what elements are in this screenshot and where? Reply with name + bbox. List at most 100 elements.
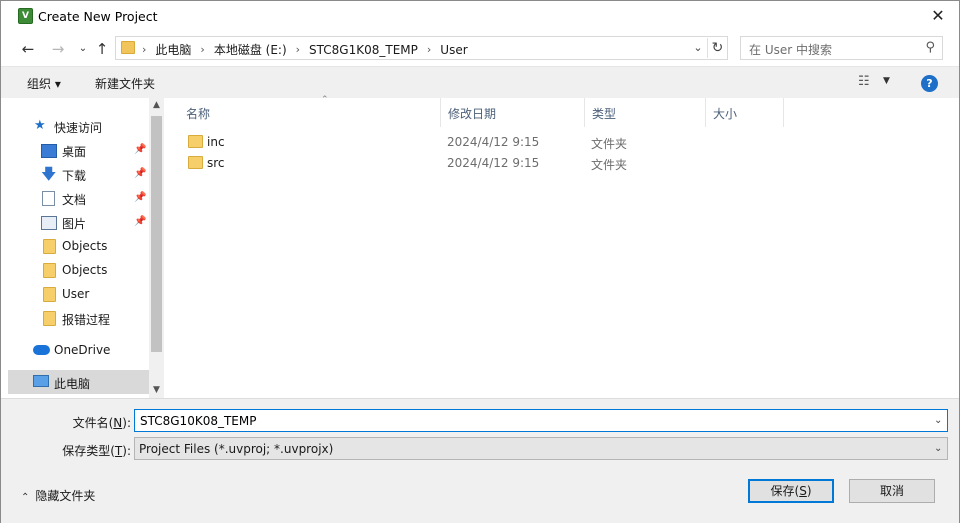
sidebar-item-downloads[interactable]: 🡇 下载 📌 [1, 162, 149, 186]
breadcrumb-this-pc[interactable]: 此电脑 [155, 41, 191, 58]
chevron-right-icon[interactable]: › [427, 43, 431, 56]
column-header-size[interactable]: 大小 [706, 98, 784, 127]
sidebar-item-this-pc[interactable]: 此电脑 [8, 370, 149, 394]
sidebar-item-label: Objects [62, 263, 108, 277]
up-arrow-icon[interactable]: ↑ [92, 39, 112, 59]
label-accesskey: N [113, 416, 123, 430]
sidebar-item-label: 图片 [62, 217, 87, 231]
scroll-up-icon[interactable]: ▲ [149, 100, 164, 110]
breadcrumb: › 此电脑 › 本地磁盘 (E:) › STC8G1K08_TEMP › Use… [142, 41, 468, 58]
column-header-label: 类型 [592, 107, 617, 121]
file-row-inc[interactable]: inc 2024/4/12 9:15 文件夹 [180, 132, 840, 153]
chevron-right-icon: › [142, 43, 147, 56]
sidebar-item-quick-access[interactable]: ★ 快速访问 [1, 114, 149, 138]
column-header-label: 大小 [713, 107, 738, 121]
cancel-button[interactable]: 取消 [849, 479, 935, 503]
command-bar: 组织 ▾ 新建文件夹 ☷ ▼ ? [1, 66, 959, 98]
sidebar-item-label: 下载 [62, 169, 87, 183]
help-icon[interactable]: ? [921, 75, 938, 92]
filename-label: 文件名(N): [61, 414, 131, 431]
sidebar-item-pictures[interactable]: 图片 📌 [1, 210, 149, 234]
column-header-label: 修改日期 [448, 107, 497, 121]
folder-icon [188, 156, 203, 169]
picture-icon [41, 216, 57, 230]
pin-icon[interactable]: 📌 [134, 144, 146, 155]
save-button[interactable]: 保存(S) [748, 479, 834, 503]
file-type: 文件夹 [591, 158, 628, 172]
folder-icon [43, 311, 56, 326]
breadcrumb-project[interactable]: STC8G1K08_TEMP [309, 43, 418, 57]
file-type: 文件夹 [591, 137, 628, 151]
label-text: 文件名( [72, 416, 114, 430]
chevron-right-icon[interactable]: › [200, 43, 204, 56]
sidebar-item-label: User [62, 287, 90, 301]
column-header-type[interactable]: 类型 [585, 98, 706, 127]
hide-folders-toggle[interactable]: ⌃ 隐藏文件夹 [21, 487, 95, 504]
star-icon: ★ [34, 118, 46, 133]
address-bar[interactable]: › 此电脑 › 本地磁盘 (E:) › STC8G1K08_TEMP › Use… [115, 36, 728, 60]
refresh-icon[interactable]: ↻ [707, 38, 727, 58]
search-icon[interactable]: ⚲ [925, 40, 935, 55]
back-arrow-icon[interactable]: ← [18, 39, 38, 59]
sidebar-item-documents[interactable]: 文档 📌 [1, 186, 149, 210]
label-text: ): [122, 416, 131, 430]
scroll-down-icon[interactable]: ▼ [149, 385, 164, 395]
file-list: 名称 ⌃ 修改日期 类型 大小 inc 2024/4/12 9:15 文件夹 s… [164, 95, 952, 398]
column-header-label: 名称 [186, 107, 211, 121]
desktop-icon [41, 144, 57, 158]
button-text: ) [806, 484, 812, 498]
file-name: src [207, 156, 225, 170]
sidebar-item-error-process[interactable]: 报错过程 [1, 306, 149, 330]
button-accesskey: S [799, 484, 807, 498]
folder-icon [43, 239, 56, 254]
filetype-select[interactable]: Project Files (*.uvproj; *.uvprojx) [134, 437, 948, 460]
cloud-icon [33, 345, 50, 355]
sidebar-item-label: 文档 [62, 193, 87, 207]
filetype-value: Project Files (*.uvproj; *.uvprojx) [139, 442, 334, 456]
save-form: 文件名(N): ⌄ 保存类型(T): Project Files (*.uvpr… [1, 398, 959, 523]
column-header-name[interactable]: 名称 ⌃ [179, 95, 441, 127]
window-title: Create New Project [38, 9, 158, 24]
sidebar-item-user[interactable]: User [1, 282, 149, 306]
title-bar: V Create New Project ✕ [1, 1, 959, 32]
label-text: ): [122, 444, 131, 458]
view-options-icon[interactable]: ☷ [858, 75, 876, 89]
organize-button[interactable]: 组织 ▾ [27, 75, 61, 92]
pin-icon[interactable]: 📌 [134, 216, 146, 227]
chevron-right-icon[interactable]: › [296, 43, 300, 56]
file-row-src[interactable]: src 2024/4/12 9:15 文件夹 [180, 153, 840, 174]
recent-dropdown-icon[interactable]: ⌄ [73, 39, 93, 59]
chevron-down-icon[interactable]: ⌄ [934, 443, 942, 454]
file-date: 2024/4/12 9:15 [447, 135, 540, 149]
forward-arrow-icon[interactable]: → [48, 39, 68, 59]
search-input[interactable]: 在 User 中搜索 ⚲ [740, 36, 943, 60]
pin-icon[interactable]: 📌 [134, 168, 146, 179]
folder-icon [43, 287, 56, 302]
file-date: 2024/4/12 9:15 [447, 156, 540, 170]
file-name: inc [207, 135, 225, 149]
keil-app-icon: V [18, 8, 33, 24]
chevron-down-icon[interactable]: ⌄ [691, 41, 705, 55]
sidebar-scrollbar[interactable]: ▲ ▼ [149, 98, 164, 398]
new-folder-button[interactable]: 新建文件夹 [95, 75, 155, 92]
breadcrumb-user[interactable]: User [440, 43, 467, 57]
sidebar-item-objects-1[interactable]: Objects [1, 234, 149, 258]
sort-ascending-icon: ⌃ [321, 95, 329, 105]
filename-field[interactable] [134, 409, 948, 432]
sidebar-item-label: Objects [62, 239, 108, 253]
sidebar-item-objects-2[interactable]: Objects [1, 258, 149, 282]
download-arrow-icon: 🡇 [41, 165, 57, 183]
close-icon[interactable]: ✕ [927, 6, 949, 26]
view-dropdown-icon[interactable]: ▼ [883, 76, 890, 86]
pin-icon[interactable]: 📌 [134, 192, 146, 203]
filetype-label: 保存类型(T): [51, 442, 131, 459]
sidebar-item-onedrive[interactable]: OneDrive [1, 338, 149, 362]
sidebar-item-label: OneDrive [54, 343, 111, 357]
button-text: 保存( [770, 484, 800, 498]
breadcrumb-drive-e[interactable]: 本地磁盘 (E:) [214, 41, 287, 58]
sidebar-item-desktop[interactable]: 桌面 📌 [1, 138, 149, 162]
search-placeholder: 在 User 中搜索 [749, 43, 832, 57]
chevron-down-icon[interactable]: ⌄ [934, 415, 942, 426]
column-header-date[interactable]: 修改日期 [441, 98, 585, 127]
scroll-thumb[interactable] [151, 116, 162, 352]
